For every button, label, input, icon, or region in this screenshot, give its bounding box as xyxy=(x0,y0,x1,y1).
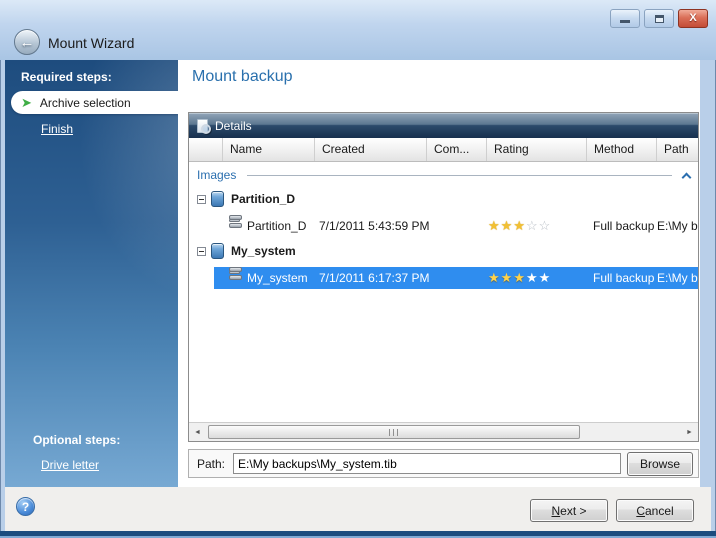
mount-wizard-window: ← Mount Wizard X Required steps: ➤ Archi… xyxy=(0,0,716,538)
required-steps-header: Required steps: xyxy=(21,70,112,84)
collapse-toggle-icon[interactable] xyxy=(197,246,206,256)
path-input[interactable] xyxy=(233,453,621,474)
group-name: My_system xyxy=(231,244,296,258)
column-method[interactable]: Method xyxy=(587,138,657,161)
wizard-steps-sidebar: Required steps: ➤ Archive selection Fini… xyxy=(5,60,178,487)
current-step-arrow-icon: ➤ xyxy=(21,95,32,110)
backup-list-panel: Details Name Created Com... Rating Metho… xyxy=(188,112,699,442)
group-divider xyxy=(247,174,672,176)
window-bottom-edge xyxy=(0,531,716,538)
table-header: Name Created Com... Rating Method Path xyxy=(189,138,698,162)
table-row-my-system-selected[interactable]: My_system 7/1/2011 6:17:37 PM ★★★★★ Full… xyxy=(189,267,698,289)
close-button[interactable]: X xyxy=(678,9,708,28)
column-comments[interactable]: Com... xyxy=(427,138,487,161)
sidebar-item-finish[interactable]: Finish xyxy=(41,122,73,136)
backup-name: Partition_D xyxy=(247,219,307,233)
browse-button[interactable]: Browse xyxy=(627,451,693,476)
images-group-header: Images xyxy=(189,165,698,185)
minimize-button[interactable] xyxy=(610,9,640,28)
path-bar: Path: Browse xyxy=(188,449,699,478)
table-row-partition-d[interactable]: Partition_D 7/1/2011 5:43:59 PM ★★★☆☆ Fu… xyxy=(189,215,698,237)
column-icon[interactable] xyxy=(189,138,223,161)
rating-stars[interactable]: ★★★☆☆ xyxy=(488,215,551,237)
scroll-right-arrow-icon[interactable]: ► xyxy=(681,423,698,441)
collapse-chevron-icon[interactable] xyxy=(681,172,692,182)
table-body: Images Partition_D Partition_D 7/1/2011 … xyxy=(189,162,698,422)
main-panel: Mount backup Details Name Created Com...… xyxy=(178,60,700,487)
window-controls: X xyxy=(610,9,708,28)
backup-archive-icon xyxy=(211,191,224,207)
backup-archive-icon xyxy=(211,243,224,259)
scrollbar-thumb[interactable] xyxy=(208,425,580,439)
backup-created: 7/1/2011 6:17:37 PM xyxy=(319,271,430,285)
help-icon[interactable]: ? xyxy=(16,497,35,516)
back-button[interactable]: ← xyxy=(14,29,40,55)
images-group-label: Images xyxy=(197,168,237,182)
details-label: Details xyxy=(215,118,252,133)
next-button[interactable]: Next > xyxy=(530,499,608,522)
backup-method: Full backup xyxy=(593,271,655,285)
backup-path: E:\My b xyxy=(657,271,698,285)
page-title: Mount backup xyxy=(192,68,293,85)
details-toolbar-button[interactable]: Details xyxy=(189,113,698,138)
footer-bar: ? Next > Cancel xyxy=(5,487,711,531)
active-step-label: Archive selection xyxy=(39,95,131,110)
column-path[interactable]: Path xyxy=(657,138,698,161)
group-row-partition-d[interactable]: Partition_D xyxy=(189,187,698,211)
cancel-button[interactable]: Cancel xyxy=(616,499,694,522)
backup-created: 7/1/2011 5:43:59 PM xyxy=(319,219,430,233)
path-label: Path: xyxy=(197,456,226,471)
maximize-button[interactable] xyxy=(644,9,674,28)
optional-steps-header: Optional steps: xyxy=(33,433,121,447)
minimize-icon xyxy=(620,20,630,23)
window-title: Mount Wizard xyxy=(48,35,135,51)
collapse-toggle-icon[interactable] xyxy=(197,194,206,204)
column-rating[interactable]: Rating xyxy=(487,138,587,161)
backup-path: E:\My b xyxy=(657,219,698,233)
backup-name: My_system xyxy=(247,271,308,285)
sidebar-item-drive-letter[interactable]: Drive letter xyxy=(41,458,99,472)
titlebar: ← Mount Wizard X xyxy=(0,0,716,60)
group-row-my-system[interactable]: My_system xyxy=(189,239,698,263)
backup-method: Full backup xyxy=(593,219,655,233)
column-name[interactable]: Name xyxy=(223,138,315,161)
back-arrow-icon: ← xyxy=(19,33,35,51)
details-icon xyxy=(197,118,211,134)
scroll-left-arrow-icon[interactable]: ◄ xyxy=(189,423,206,441)
group-name: Partition_D xyxy=(231,192,296,206)
sidebar-item-archive-selection[interactable]: ➤ Archive selection xyxy=(11,91,178,114)
maximize-icon xyxy=(654,14,664,23)
horizontal-scrollbar[interactable]: ◄ ► xyxy=(189,422,698,441)
close-icon: X xyxy=(689,12,697,24)
column-created[interactable]: Created xyxy=(315,138,427,161)
scrollbar-grip-icon xyxy=(388,428,400,436)
rating-stars[interactable]: ★★★★★ xyxy=(488,267,551,289)
